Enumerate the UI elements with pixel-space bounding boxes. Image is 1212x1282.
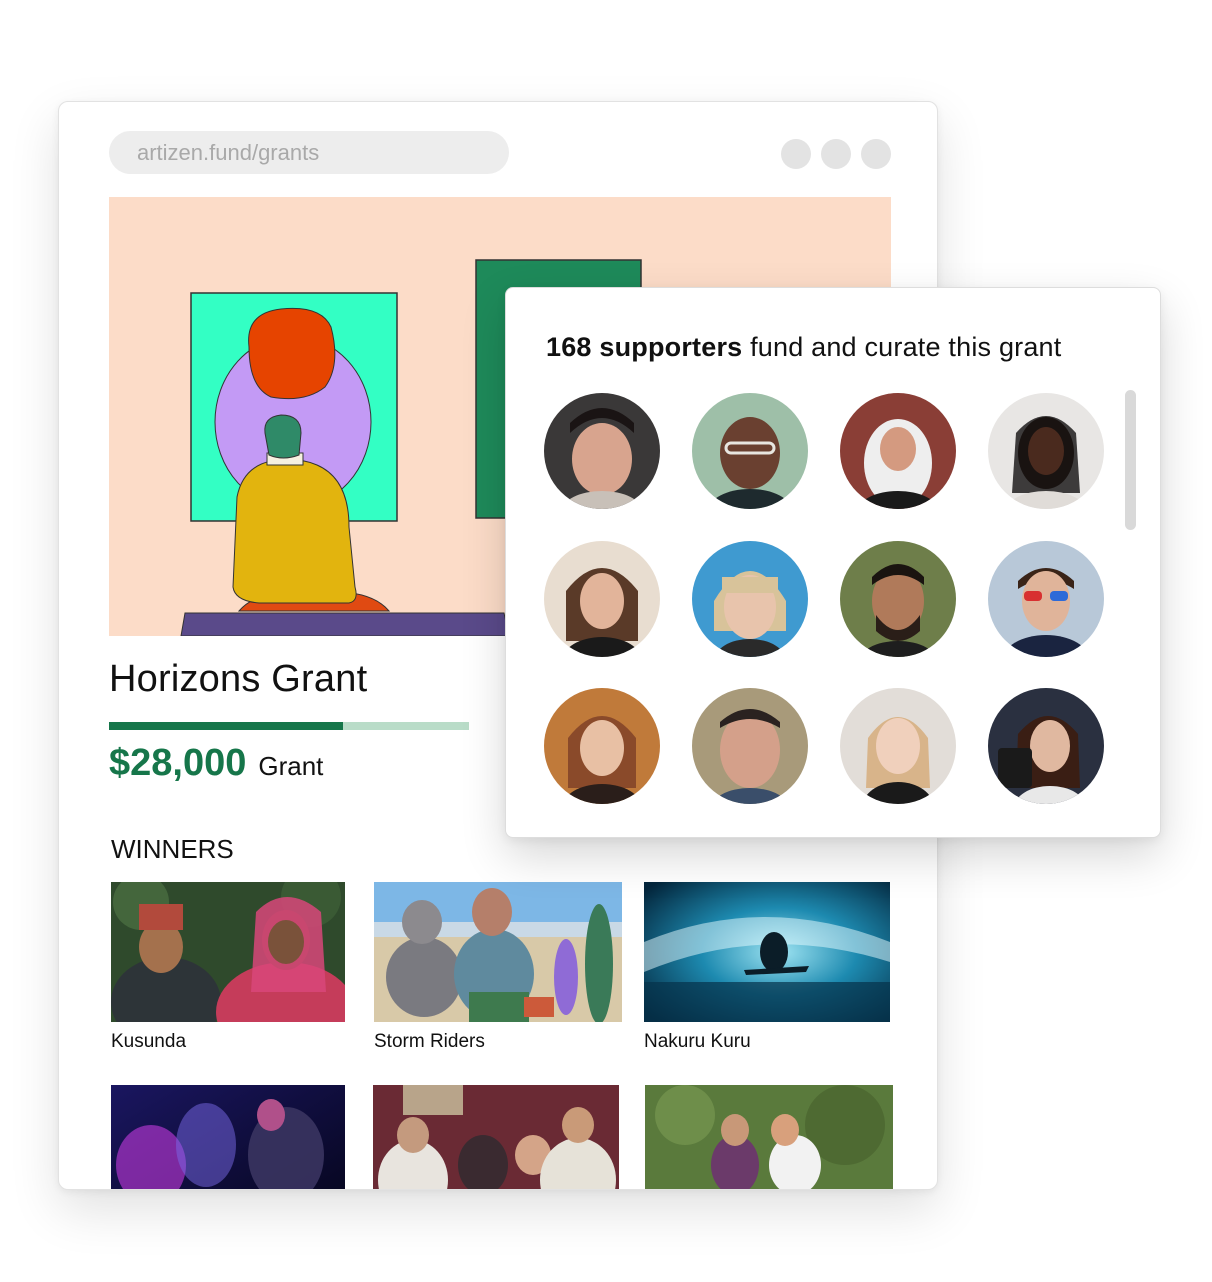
grant-progress-fill <box>109 722 343 730</box>
supporter-avatar[interactable] <box>692 688 808 804</box>
supporters-heading-rest: fund and curate this grant <box>742 332 1062 362</box>
winner-image[interactable] <box>373 1085 619 1189</box>
window-control-dot[interactable] <box>861 139 891 169</box>
popup-scrollbar[interactable] <box>1125 390 1136 530</box>
supporter-avatar[interactable] <box>544 393 660 509</box>
grant-progress-bar <box>109 722 469 730</box>
supporters-popup: 168 supporters fund and curate this gran… <box>505 287 1161 838</box>
window-control-dot[interactable] <box>821 139 851 169</box>
window-controls <box>781 139 891 169</box>
supporter-avatar[interactable] <box>988 688 1104 804</box>
winner-image[interactable] <box>111 1085 345 1189</box>
winner-card[interactable] <box>111 1085 345 1189</box>
winner-image[interactable] <box>644 882 890 1022</box>
supporter-avatar[interactable] <box>840 393 956 509</box>
supporter-avatar[interactable] <box>692 541 808 657</box>
supporter-avatar[interactable] <box>988 541 1104 657</box>
window-control-dot[interactable] <box>781 139 811 169</box>
winner-name: Kusunda <box>111 1031 187 1052</box>
supporter-avatar[interactable] <box>840 541 956 657</box>
supporter-avatar[interactable] <box>544 541 660 657</box>
supporters-count: 168 supporters <box>546 332 743 362</box>
grant-title: Horizons Grant <box>109 658 368 700</box>
winner-card[interactable] <box>645 1085 893 1189</box>
url-bar[interactable]: artizen.fund/grants <box>109 131 509 174</box>
supporter-avatar[interactable] <box>544 688 660 804</box>
winner-name: Nakuru Kuru <box>644 1031 751 1052</box>
winner-card[interactable] <box>373 1085 619 1189</box>
grant-amount-row: $28,000 Grant <box>109 742 323 785</box>
winner-image[interactable] <box>645 1085 893 1189</box>
winner-image[interactable] <box>374 882 622 1022</box>
winner-card-storm-riders[interactable]: Storm Riders <box>374 882 622 1053</box>
supporter-avatar[interactable] <box>692 393 808 509</box>
grant-amount-label: Grant <box>258 751 324 781</box>
winners-heading: WINNERS <box>111 834 234 864</box>
winner-card-kusunda[interactable]: Kusunda <box>111 882 345 1053</box>
winner-name: Storm Riders <box>374 1031 485 1052</box>
supporter-avatar[interactable] <box>988 393 1104 509</box>
winner-image[interactable] <box>111 882 345 1022</box>
grant-amount: $28,000 <box>109 742 247 784</box>
winner-card-nakuru-kuru[interactable]: Nakuru Kuru <box>644 882 890 1053</box>
supporters-heading: 168 supporters fund and curate this gran… <box>546 332 1061 363</box>
supporter-avatar[interactable] <box>840 688 956 804</box>
